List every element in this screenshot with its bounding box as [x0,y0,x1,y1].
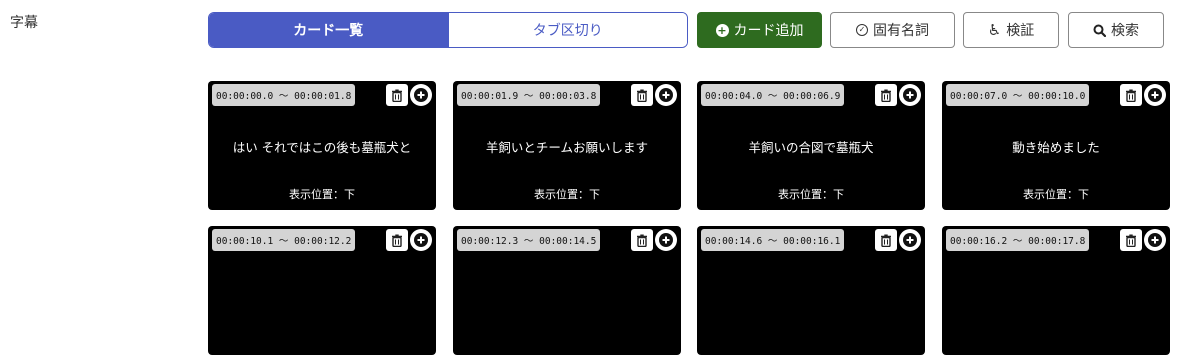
card-timecode: 00:00:12.3 〜 00:00:14.5 [457,229,601,251]
card-timecode: 00:00:14.6 〜 00:00:16.1 [701,229,845,251]
search-button[interactable]: 検索 [1068,12,1164,48]
section-label: 字幕 [10,15,38,31]
card-position-label: 表示位置：下 [778,188,844,201]
card-subtitle-text: 羊飼いとチームお願いします [485,140,649,155]
card-subtitle-text: 動き始めました [1012,140,1100,155]
subtitle-card[interactable]: 00:00:16.2 〜 00:00:17.8 [942,226,1170,355]
plus-circle-icon[interactable] [1144,229,1166,251]
card-position-label: 表示位置：下 [534,188,600,201]
proper-nouns-label: 固有名詞 [873,23,929,39]
card-timecode: 00:00:04.0 〜 00:00:06.9 [701,84,845,106]
search-label: 検索 [1111,23,1139,39]
search-icon [1093,24,1106,37]
trash-icon[interactable] [1120,229,1142,251]
subtitle-card[interactable]: 00:00:14.6 〜 00:00:16.1 [697,226,925,355]
card-timecode: 00:00:10.1 〜 00:00:12.2 [212,229,356,251]
subtitle-card[interactable]: 00:00:10.1 〜 00:00:12.2 [208,226,436,355]
view-toggle: カード一覧 タブ区切り [208,12,688,48]
trash-icon[interactable] [386,229,408,251]
card-timecode: 00:00:00.0 〜 00:00:01.8 [212,84,356,106]
subtitle-card[interactable]: 00:00:07.0 〜 00:00:10.0 動き始めました 表示位置：下 [942,81,1170,210]
check-circle-icon: ✓ [856,24,868,36]
subtitle-card[interactable]: 00:00:12.3 〜 00:00:14.5 [453,226,681,355]
trash-icon[interactable] [631,229,653,251]
plus-circle-icon[interactable] [1144,84,1166,106]
card-position-label: 表示位置：下 [1023,188,1089,201]
plus-circle-icon[interactable] [410,84,432,106]
verify-label: 検証 [1006,23,1035,39]
plus-circle-icon[interactable] [410,229,432,251]
card-subtitle-text: 羊飼いの合図で墓瓶犬 [748,140,874,155]
tab-card-list[interactable]: カード一覧 [209,13,448,47]
subtitle-card[interactable]: 00:00:04.0 〜 00:00:06.9 羊飼いの合図で墓瓶犬 表示位置：… [697,81,925,210]
trash-icon[interactable] [875,229,897,251]
card-subtitle-text: はい それではこの後も墓瓶犬と [232,140,412,155]
card-timecode: 00:00:07.0 〜 00:00:10.0 [946,84,1090,106]
add-card-label: カード追加 [733,23,804,39]
subtitle-card[interactable]: 00:00:01.9 〜 00:00:03.8 羊飼いとチームお願いします 表示… [453,81,681,210]
proper-nouns-button[interactable]: ✓ 固有名詞 [830,12,955,48]
subtitle-card[interactable]: 00:00:00.0 〜 00:00:01.8 はい それではこの後も墓瓶犬と … [208,81,436,210]
plus-circle-icon[interactable] [655,84,677,106]
card-timecode: 00:00:16.2 〜 00:00:17.8 [946,229,1090,251]
trash-icon[interactable] [631,84,653,106]
plus-circle-icon[interactable] [899,229,921,251]
trash-icon[interactable] [1120,84,1142,106]
card-timecode: 00:00:01.9 〜 00:00:03.8 [457,84,601,106]
plus-circle-icon[interactable] [655,229,677,251]
accessibility-icon: ♿ [987,21,1002,39]
tab-tab-split[interactable]: タブ区切り [447,13,687,47]
add-card-button[interactable]: + カード追加 [697,12,822,48]
verify-button[interactable]: ♿ 検証 [963,12,1059,48]
trash-icon[interactable] [386,84,408,106]
plus-circle-icon[interactable] [899,84,921,106]
card-position-label: 表示位置：下 [289,188,355,201]
plus-circle-icon: + [715,23,729,37]
trash-icon[interactable] [875,84,897,106]
